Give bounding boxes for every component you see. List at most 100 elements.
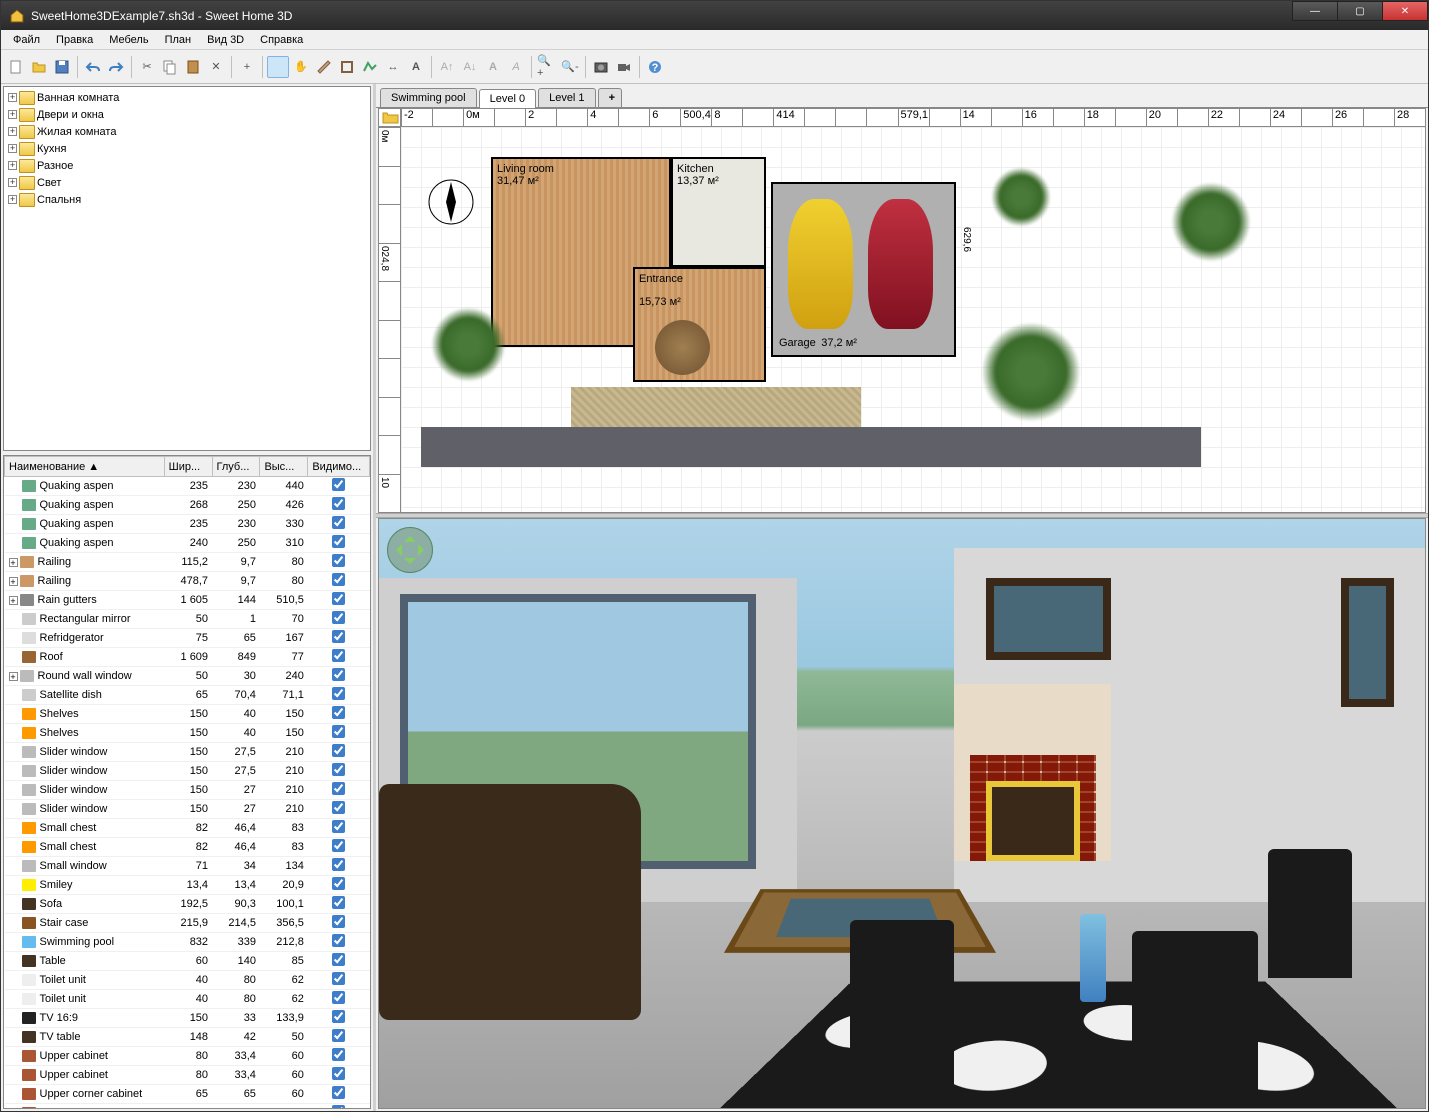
visible-checkbox[interactable] (332, 497, 345, 510)
catalog-tree[interactable]: +Ванная комната+Двери и окна+Жилая комна… (3, 86, 371, 451)
wall-tool[interactable] (313, 56, 335, 78)
visible-checkbox[interactable] (332, 1105, 345, 1109)
tab-level-0[interactable]: Level 0 (479, 89, 536, 108)
visible-checkbox[interactable] (332, 1010, 345, 1023)
visible-checkbox[interactable] (332, 953, 345, 966)
delete-button[interactable]: ✕ (205, 56, 227, 78)
table-row[interactable]: Small chest8246,483 (5, 819, 370, 838)
redo-button[interactable] (105, 56, 127, 78)
minimize-button[interactable]: — (1292, 1, 1338, 21)
select-tool[interactable] (267, 56, 289, 78)
text-increase-button[interactable]: A↑ (436, 56, 458, 78)
tree-item[interactable]: +Свет (6, 174, 368, 191)
expand-icon[interactable]: + (8, 93, 17, 102)
table-row[interactable]: Upper corner cabinet656560 (5, 1085, 370, 1104)
table-row[interactable]: Upper cabinet8033,460 (5, 1047, 370, 1066)
visible-checkbox[interactable] (332, 554, 345, 567)
table-row[interactable]: TV table1484250 (5, 1028, 370, 1047)
car-red[interactable] (868, 199, 933, 329)
room-kitchen[interactable]: Kitchen13,37 м² (671, 157, 766, 267)
help-button[interactable]: ? (644, 56, 666, 78)
view-3d[interactable] (378, 518, 1426, 1109)
tree-item[interactable]: +Спальня (6, 191, 368, 208)
tree-item[interactable]: +Разное (6, 157, 368, 174)
save-button[interactable] (51, 56, 73, 78)
visible-checkbox[interactable] (332, 706, 345, 719)
table-row[interactable]: +Round wall window5030240 (5, 667, 370, 686)
table-row[interactable]: Upper corner shelves27,527,560 (5, 1104, 370, 1110)
visible-checkbox[interactable] (332, 915, 345, 928)
col-height[interactable]: Выс... (260, 457, 308, 477)
plan-view[interactable]: -20м246500,48414579,11416182022242628 0м… (378, 108, 1426, 513)
table-row[interactable]: Quaking aspen235230440 (5, 477, 370, 496)
table-row[interactable]: Smiley13,413,420,9 (5, 876, 370, 895)
expand-icon[interactable]: + (9, 577, 18, 586)
visible-checkbox[interactable] (332, 535, 345, 548)
visible-checkbox[interactable] (332, 668, 345, 681)
table-row[interactable]: Slider window15027210 (5, 781, 370, 800)
expand-icon[interactable]: + (9, 558, 18, 567)
visible-checkbox[interactable] (332, 478, 345, 491)
visible-checkbox[interactable] (332, 649, 345, 662)
table-row[interactable]: Refridgerator7565167 (5, 629, 370, 648)
add-furniture-button[interactable]: + (236, 56, 258, 78)
visible-checkbox[interactable] (332, 687, 345, 700)
terrace[interactable] (421, 427, 1201, 467)
table-row[interactable]: Upper cabinet8033,460 (5, 1066, 370, 1085)
expand-icon[interactable]: + (9, 672, 18, 681)
visible-checkbox[interactable] (332, 763, 345, 776)
table-row[interactable]: Sofa192,590,3100,1 (5, 895, 370, 914)
tab-add[interactable]: + (598, 88, 622, 107)
expand-icon[interactable]: + (9, 596, 18, 605)
pan-tool[interactable]: ✋ (290, 56, 312, 78)
table-row[interactable]: Slider window15027210 (5, 800, 370, 819)
visible-checkbox[interactable] (332, 630, 345, 643)
visible-checkbox[interactable] (332, 858, 345, 871)
menu-furniture[interactable]: Мебель (101, 32, 156, 48)
table-row[interactable]: Roof1 60984977 (5, 648, 370, 667)
menu-plan[interactable]: План (157, 32, 200, 48)
visible-checkbox[interactable] (332, 516, 345, 529)
menu-file[interactable]: Файл (5, 32, 48, 48)
table-row[interactable]: Small window7134134 (5, 857, 370, 876)
table-row[interactable]: Quaking aspen240250310 (5, 534, 370, 553)
visible-checkbox[interactable] (332, 1029, 345, 1042)
patio[interactable] (571, 387, 861, 427)
table-row[interactable]: Quaking aspen268250426 (5, 496, 370, 515)
room-tool[interactable] (336, 56, 358, 78)
visible-checkbox[interactable] (332, 782, 345, 795)
visible-checkbox[interactable] (332, 877, 345, 890)
table-row[interactable]: +Railing478,79,780 (5, 572, 370, 591)
close-button[interactable]: ✕ (1382, 1, 1428, 21)
bush-icon[interactable] (1171, 182, 1251, 262)
cut-button[interactable]: ✂ (136, 56, 158, 78)
col-depth[interactable]: Глуб... (212, 457, 260, 477)
visible-checkbox[interactable] (332, 820, 345, 833)
expand-icon[interactable]: + (8, 144, 17, 153)
table-row[interactable]: Small chest8246,483 (5, 838, 370, 857)
visible-checkbox[interactable] (332, 1048, 345, 1061)
table-row[interactable]: Slider window15027,5210 (5, 743, 370, 762)
bush-icon[interactable] (431, 307, 506, 382)
visible-checkbox[interactable] (332, 801, 345, 814)
table-row[interactable]: Satellite dish6570,471,1 (5, 686, 370, 705)
tree-item[interactable]: +Кухня (6, 140, 368, 157)
text-bold-button[interactable]: A (482, 56, 504, 78)
tab-swimming-pool[interactable]: Swimming pool (380, 88, 477, 107)
table-row[interactable]: +Rain gutters1 605144510,5 (5, 591, 370, 610)
table-row[interactable]: Toilet unit408062 (5, 990, 370, 1009)
menu-help[interactable]: Справка (252, 32, 311, 48)
polyline-tool[interactable] (359, 56, 381, 78)
zoom-in-button[interactable]: 🔍+ (536, 56, 558, 78)
table-row[interactable]: Shelves15040150 (5, 705, 370, 724)
text-tool[interactable]: A (405, 56, 427, 78)
menu-edit[interactable]: Правка (48, 32, 101, 48)
furniture-table[interactable]: Наименование ▲ Шир... Глуб... Выс... Вид… (3, 455, 371, 1109)
visible-checkbox[interactable] (332, 934, 345, 947)
expand-icon[interactable]: + (8, 161, 17, 170)
expand-icon[interactable]: + (8, 178, 17, 187)
photo-button[interactable] (590, 56, 612, 78)
tree-item[interactable]: +Ванная комната (6, 89, 368, 106)
expand-icon[interactable]: + (8, 195, 17, 204)
room-garage[interactable]: Garage 37,2 м² (771, 182, 956, 357)
